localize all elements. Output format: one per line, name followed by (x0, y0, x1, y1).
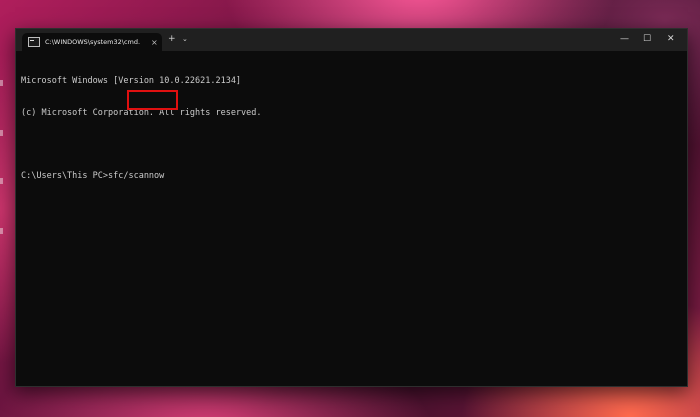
console-output[interactable]: Microsoft Windows [Version 10.0.22621.21… (21, 55, 681, 381)
terminal-icon (28, 37, 40, 47)
tab-cmd[interactable]: C:\WINDOWS\system32\cmd. × (22, 33, 162, 51)
close-tab-icon[interactable]: × (151, 38, 158, 47)
highlight-box (127, 90, 178, 110)
title-bar[interactable]: C:\WINDOWS\system32\cmd. × + ⌄ — ☐ ✕ (16, 29, 687, 51)
terminal-window: C:\WINDOWS\system32\cmd. × + ⌄ — ☐ ✕ Mic… (15, 28, 688, 387)
close-window-button[interactable]: ✕ (667, 33, 675, 45)
command-line[interactable]: C:\Users\This PC>sfc/scannow (21, 171, 681, 182)
tab-dropdown-button[interactable]: ⌄ (182, 34, 188, 44)
console-line: (c) Microsoft Corporation. All rights re… (21, 107, 262, 118)
new-tab-button[interactable]: + (168, 34, 176, 44)
tab-title: C:\WINDOWS\system32\cmd. (45, 38, 141, 46)
desktop-background-edge (0, 0, 14, 417)
minimize-button[interactable]: — (620, 33, 629, 45)
console-line: Microsoft Windows [Version 10.0.22621.21… (21, 76, 242, 86)
maximize-button[interactable]: ☐ (643, 33, 651, 45)
